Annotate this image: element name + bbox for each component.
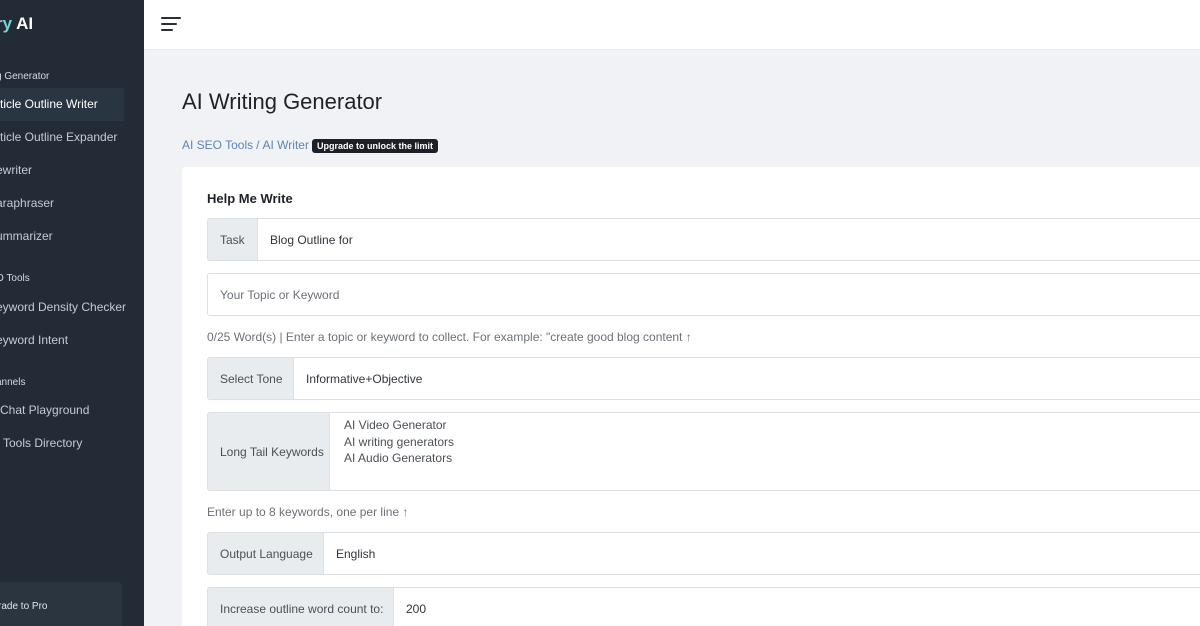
language-field-group: Output Language English xyxy=(207,532,1200,575)
upgrade-limit-badge[interactable]: Upgrade to unlock the limit xyxy=(312,139,439,153)
sidebar-item-paraphraser[interactable]: araphraser xyxy=(0,187,144,220)
sidebar-item-summarizer[interactable]: ummarizer xyxy=(0,220,144,253)
menu-toggle-icon[interactable] xyxy=(161,16,181,32)
sidebar: ryAI g Generator rticle Outline Writer r… xyxy=(0,0,144,626)
keywords-field-group: Long Tail Keywords AI Video Generator AI… xyxy=(207,412,1200,491)
tone-field-group: Select Tone Informative+Objective xyxy=(207,357,1200,400)
keywords-label: Long Tail Keywords xyxy=(208,413,330,490)
sidebar-item-chat-playground[interactable]: Chat Playground xyxy=(0,394,144,427)
breadcrumb-separator: / xyxy=(256,138,260,152)
tone-select[interactable]: Informative+Objective xyxy=(306,358,422,399)
breadcrumb-ai-seo-tools-link[interactable]: AI SEO Tools xyxy=(182,138,253,152)
task-field-group: Task Blog Outline for xyxy=(207,218,1200,261)
keywords-textarea[interactable]: AI Video Generator AI writing generators… xyxy=(330,413,1200,490)
sidebar-section-generator: g Generator xyxy=(0,71,50,82)
task-label: Task xyxy=(208,219,258,260)
brand-logo[interactable]: ryAI xyxy=(0,14,33,34)
sidebar-section-channels: annels xyxy=(0,377,26,388)
breadcrumb-ai-writer-link[interactable]: AI Writer xyxy=(263,138,309,152)
language-select[interactable]: English xyxy=(336,533,375,574)
breadcrumb: AI SEO Tools / AI Writer xyxy=(182,138,309,152)
sidebar-item-rewriter[interactable]: ewriter xyxy=(0,154,144,187)
form-title: Help Me Write xyxy=(207,191,293,206)
top-bar xyxy=(144,0,1200,50)
sidebar-item-article-outline-writer[interactable]: rticle Outline Writer xyxy=(0,88,124,121)
tone-label: Select Tone xyxy=(208,358,294,399)
sidebar-item-keyword-intent[interactable]: eyword Intent xyxy=(0,324,144,357)
sidebar-section-seo-tools: O Tools xyxy=(0,273,30,284)
topic-keyword-input[interactable] xyxy=(220,287,1194,302)
word-count-input[interactable]: 200 xyxy=(406,588,426,626)
topic-help-text: 0/25 Word(s) | Enter a topic or keyword … xyxy=(207,330,692,344)
sidebar-item-tools-directory[interactable]: Tools Directory xyxy=(0,427,144,460)
sidebar-item-keyword-density-checker[interactable]: eyword Density Checker xyxy=(0,291,144,324)
sidebar-item-article-outline-expander[interactable]: rticle Outline Expander xyxy=(0,121,144,154)
word-count-field-group: Increase outline word count to: 200 xyxy=(207,587,1200,626)
page-title: AI Writing Generator xyxy=(182,89,383,114)
task-value[interactable]: Blog Outline for xyxy=(270,219,353,260)
word-count-label: Increase outline word count to: xyxy=(208,588,394,626)
upgrade-to-pro-button[interactable]: rade to Pro xyxy=(0,582,122,626)
keywords-help-text: Enter up to 8 keywords, one per line ↑ xyxy=(207,505,409,519)
topic-field-group xyxy=(207,273,1200,316)
language-label: Output Language xyxy=(208,533,324,574)
